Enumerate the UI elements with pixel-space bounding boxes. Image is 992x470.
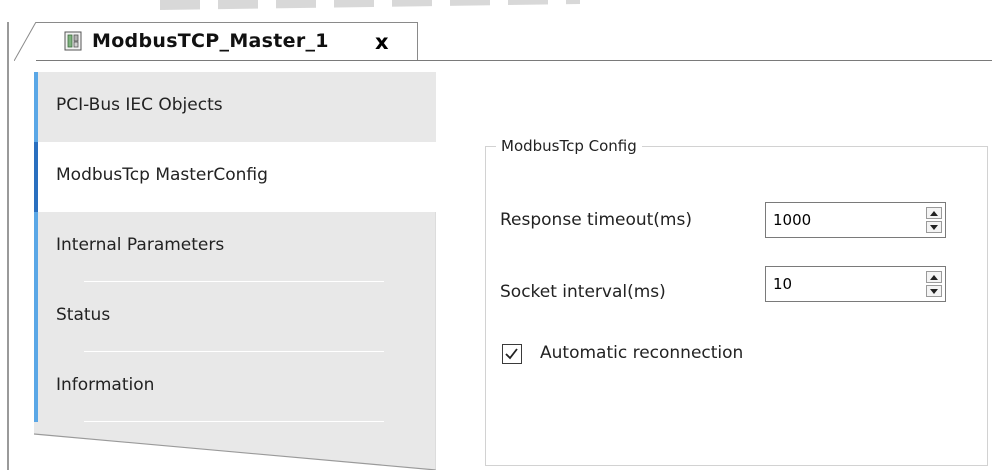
nav-item-label: Status [56, 305, 111, 325]
nav-item-label: ModbusTcp MasterConfig [56, 165, 268, 185]
nav-item-label: Internal Parameters [56, 235, 225, 255]
stepper-buttons [926, 207, 942, 233]
response-timeout-value[interactable]: 1000 [773, 211, 811, 229]
auto-reconnect-label: Automatic reconnection [540, 343, 744, 363]
nav-item-information[interactable]: Information [34, 352, 436, 422]
config-nav-panel: PCI-Bus IEC Objects ModbusTcp MasterConf… [34, 72, 436, 470]
stepper-buttons [926, 271, 942, 297]
decrement-arrow-icon[interactable] [926, 285, 942, 297]
document-tab-title: ModbusTCP_Master_1 [92, 30, 329, 52]
auto-reconnect-checkbox[interactable] [502, 344, 522, 364]
document-tab[interactable]: ModbusTCP_Master_1 x [36, 22, 418, 61]
nav-item-modbustcp-masterconfig[interactable]: ModbusTcp MasterConfig [34, 142, 436, 212]
socket-interval-label: Socket interval(ms) [500, 282, 666, 302]
checkmark-icon [505, 348, 518, 360]
modbustcp-config-group [485, 146, 988, 466]
decrement-arrow-icon[interactable] [926, 221, 942, 233]
nav-item-accent [34, 352, 38, 422]
tabstrip-baseline [36, 60, 992, 61]
top-dashed-decoration [160, 0, 580, 10]
nav-item-accent [34, 282, 38, 352]
nav-item-status[interactable]: Status [34, 282, 436, 352]
nav-item-accent [34, 142, 38, 212]
nav-item-label: PCI-Bus IEC Objects [56, 95, 223, 115]
device-module-icon [64, 31, 82, 51]
response-timeout-label: Response timeout(ms) [500, 210, 692, 230]
nav-item-label: Information [56, 375, 155, 395]
nav-item-internal-parameters[interactable]: Internal Parameters [34, 212, 436, 282]
group-title: ModbusTcp Config [496, 137, 642, 155]
socket-interval-value[interactable]: 10 [773, 275, 792, 293]
response-timeout-stepper[interactable]: 1000 [765, 202, 946, 238]
increment-arrow-icon[interactable] [926, 207, 942, 219]
nav-item-accent [34, 72, 38, 142]
editor-frame-left-edge [7, 22, 9, 470]
nav-item-separator [84, 421, 384, 422]
increment-arrow-icon[interactable] [926, 271, 942, 283]
tab-slant-edge [14, 22, 38, 61]
nav-item-pci-bus-iec-objects[interactable]: PCI-Bus IEC Objects [34, 72, 436, 142]
nav-item-accent [34, 212, 38, 282]
socket-interval-stepper[interactable]: 10 [765, 266, 946, 302]
close-icon[interactable]: x [375, 30, 389, 54]
